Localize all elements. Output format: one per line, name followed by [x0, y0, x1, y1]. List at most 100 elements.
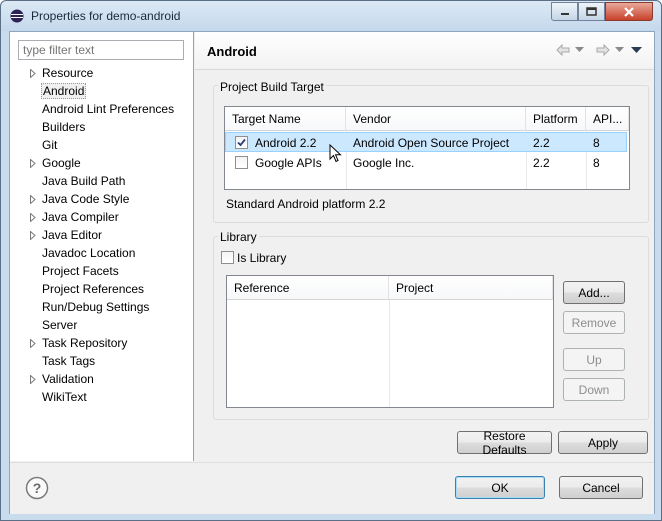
sidebar-item-java-editor[interactable]: Java Editor: [10, 226, 193, 244]
minimize-button[interactable]: [551, 2, 578, 21]
cancel-button[interactable]: Cancel: [559, 476, 643, 499]
cell-vendor: Google Inc.: [353, 156, 415, 170]
sidebar-item-validation[interactable]: Validation: [10, 370, 193, 388]
dialog-client-area: Resource Android Android Lint Preferences B…: [9, 31, 655, 514]
target-checkbox-android-22[interactable]: [235, 136, 248, 149]
sidebar-item-project-facets[interactable]: Project Facets: [10, 262, 193, 280]
is-library-label: Is Library: [237, 250, 287, 265]
expand-arrow-icon[interactable]: [28, 190, 38, 208]
column-header-vendor[interactable]: Vendor: [346, 107, 526, 131]
chevron-down-icon: [615, 47, 624, 52]
sidebar-item-label: Google: [42, 156, 81, 170]
cell-vendor: Android Open Source Project: [353, 136, 510, 150]
sidebar-item-android[interactable]: Android: [10, 82, 193, 100]
filter-input[interactable]: [18, 40, 184, 60]
sidebar-item-project-references[interactable]: Project References: [10, 280, 193, 298]
window-title: Properties for demo-android: [31, 9, 181, 23]
expand-arrow-icon[interactable]: [28, 370, 38, 388]
checkmark-icon: [237, 138, 246, 147]
sidebar-item-label: WikiText: [42, 390, 87, 404]
eclipse-icon: [10, 9, 24, 23]
forward-button[interactable]: [596, 43, 624, 57]
cell-platform: 2.2: [533, 156, 550, 170]
cell-platform: 2.2: [533, 136, 550, 150]
sidebar-item-java-build-path[interactable]: Java Build Path: [10, 172, 193, 190]
sidebar-item-label: Javadoc Location: [42, 246, 136, 260]
remove-library-button[interactable]: Remove: [563, 311, 625, 334]
sidebar-item-run-debug-settings[interactable]: Run/Debug Settings: [10, 298, 193, 316]
sidebar-item-label: Run/Debug Settings: [42, 300, 150, 314]
cell-api: 8: [593, 156, 600, 170]
help-icon[interactable]: ?: [25, 476, 49, 500]
expand-arrow-icon[interactable]: [28, 334, 38, 352]
title-bar[interactable]: Properties for demo-android: [1, 1, 661, 31]
dialog-footer: ? OK Cancel: [10, 462, 654, 514]
build-target-table[interactable]: Target Name Vendor Platform API... Andro…: [224, 106, 630, 190]
expand-arrow-icon[interactable]: [28, 64, 38, 82]
page-title: Android: [207, 44, 257, 59]
mouse-cursor-icon: [329, 144, 342, 163]
chevron-down-icon: [575, 47, 584, 52]
close-button[interactable]: [605, 2, 653, 21]
sidebar-item-java-code-style[interactable]: Java Code Style: [10, 190, 193, 208]
library-table-header: Reference Project: [227, 276, 553, 300]
sidebar-item-task-tags[interactable]: Task Tags: [10, 352, 193, 370]
sidebar-item-java-compiler[interactable]: Java Compiler: [10, 208, 193, 226]
cell-api: 8: [593, 136, 600, 150]
expand-arrow-icon[interactable]: [28, 208, 38, 226]
expand-arrow-icon[interactable]: [28, 226, 38, 244]
column-header-reference[interactable]: Reference: [227, 276, 389, 300]
build-target-group-label: Project Build Target: [218, 80, 326, 94]
expand-arrow-icon[interactable]: [28, 154, 38, 172]
sidebar-item-label: Git: [42, 138, 58, 152]
view-menu-icon: [631, 46, 642, 53]
back-arrow-icon: [556, 44, 570, 56]
sidebar-item-android-lint-preferences[interactable]: Android Lint Preferences: [10, 100, 193, 118]
sidebar-item-label: Android: [41, 83, 87, 99]
sidebar-item-task-repository[interactable]: Task Repository: [10, 334, 193, 352]
ok-button[interactable]: OK: [455, 476, 545, 499]
back-button[interactable]: [556, 43, 584, 57]
library-reference-table[interactable]: Reference Project: [226, 275, 554, 408]
sidebar-item-label: Java Code Style: [42, 192, 130, 206]
maximize-icon: [586, 7, 597, 16]
sidebar-item-label: Task Tags: [42, 354, 96, 368]
sidebar-item-builders[interactable]: Builders: [10, 118, 193, 136]
apply-button[interactable]: Apply: [558, 431, 648, 454]
view-menu-button[interactable]: [631, 43, 642, 57]
sidebar-item-label: Java Compiler: [42, 210, 119, 224]
table-row-google-apis[interactable]: Google APIs Google Inc. 2.2 8: [225, 153, 627, 173]
sidebar-item-javadoc-location[interactable]: Javadoc Location: [10, 244, 193, 262]
add-library-button[interactable]: Add...: [563, 281, 625, 304]
sidebar-item-label: Validation: [42, 372, 94, 386]
sidebar-item-label: Project References: [42, 282, 145, 296]
column-header-api[interactable]: API...: [586, 107, 629, 131]
sidebar-item-label: Java Build Path: [42, 174, 126, 188]
sidebar-item-label: Builders: [42, 120, 86, 134]
move-down-button[interactable]: Down: [563, 378, 625, 401]
restore-defaults-button[interactable]: Restore Defaults: [457, 429, 552, 457]
minimize-icon: [560, 12, 569, 15]
column-header-platform[interactable]: Platform: [526, 107, 586, 131]
target-checkbox-google-apis[interactable]: [235, 156, 248, 169]
properties-window: Properties for demo-android Resource Andr…: [0, 0, 662, 521]
sidebar-item-google[interactable]: Google: [10, 154, 193, 172]
maximize-button[interactable]: [578, 2, 605, 21]
sidebar-item-label: Server: [42, 318, 78, 332]
column-header-project[interactable]: Project: [389, 276, 553, 300]
move-up-button[interactable]: Up: [563, 348, 625, 371]
sidebar-item-label: Task Repository: [42, 336, 128, 350]
sidebar-item-server[interactable]: Server: [10, 316, 193, 334]
table-row-android-22[interactable]: Android 2.2 Android Open Source Project …: [225, 132, 627, 152]
property-page: Android Project Build Target Target Name…: [195, 32, 654, 461]
library-group-label: Library: [218, 230, 259, 244]
is-library-option[interactable]: Is Library: [221, 250, 286, 265]
sidebar-item-wikitext[interactable]: WikiText: [10, 388, 193, 406]
sidebar-item-label: Android Lint Preferences: [42, 102, 175, 116]
sidebar-item-git[interactable]: Git: [10, 136, 193, 154]
build-target-table-header: Target Name Vendor Platform API...: [225, 107, 629, 131]
is-library-checkbox[interactable]: [221, 251, 234, 264]
column-header-target-name[interactable]: Target Name: [225, 107, 346, 131]
sidebar-item-resource[interactable]: Resource: [10, 64, 193, 82]
sidebar-item-label: Resource: [42, 66, 94, 80]
